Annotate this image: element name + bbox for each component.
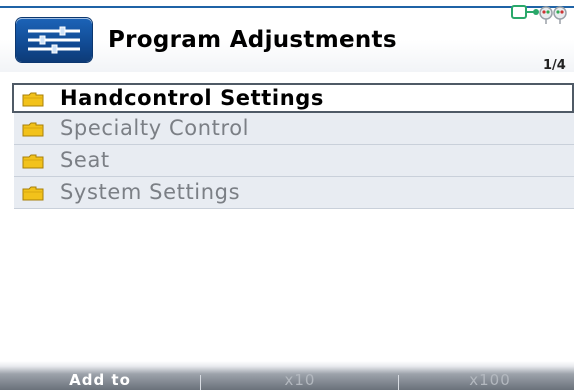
page-indicator: 1/4 bbox=[543, 58, 566, 73]
add-to-softkey[interactable]: Add to bbox=[30, 371, 170, 390]
x10-softkey[interactable]: x10 bbox=[230, 371, 370, 390]
menu-item-label: Seat bbox=[60, 148, 110, 172]
folder-icon bbox=[22, 92, 44, 107]
menu-item-label: Handcontrol Settings bbox=[60, 86, 325, 110]
menu-item-handcontrol-settings[interactable]: Handcontrol Settings bbox=[12, 83, 574, 113]
softkey-bar: Add to x10 x100 bbox=[0, 361, 574, 390]
sliders-icon bbox=[16, 18, 92, 62]
header-bar: Program Adjustments 1/4 bbox=[0, 0, 574, 73]
menu-item-label: Specialty Control bbox=[60, 116, 250, 140]
menu-item-seat[interactable]: Seat bbox=[14, 145, 574, 177]
connection-icon bbox=[510, 4, 574, 32]
x100-softkey[interactable]: x100 bbox=[420, 371, 560, 390]
softkey-divider bbox=[398, 375, 399, 390]
menu-item-label: System Settings bbox=[60, 180, 241, 204]
menu-item-specialty-control[interactable]: Specialty Control bbox=[14, 113, 574, 145]
folder-icon bbox=[22, 122, 44, 137]
softkey-divider bbox=[200, 375, 201, 390]
folder-icon bbox=[22, 186, 44, 201]
menu-item-system-settings[interactable]: System Settings bbox=[14, 177, 574, 209]
page-title: Program Adjustments bbox=[108, 27, 397, 53]
folder-icon bbox=[22, 154, 44, 169]
header-accent-line bbox=[0, 6, 574, 8]
menu-list: Handcontrol Settings Specialty Control S… bbox=[0, 83, 574, 209]
